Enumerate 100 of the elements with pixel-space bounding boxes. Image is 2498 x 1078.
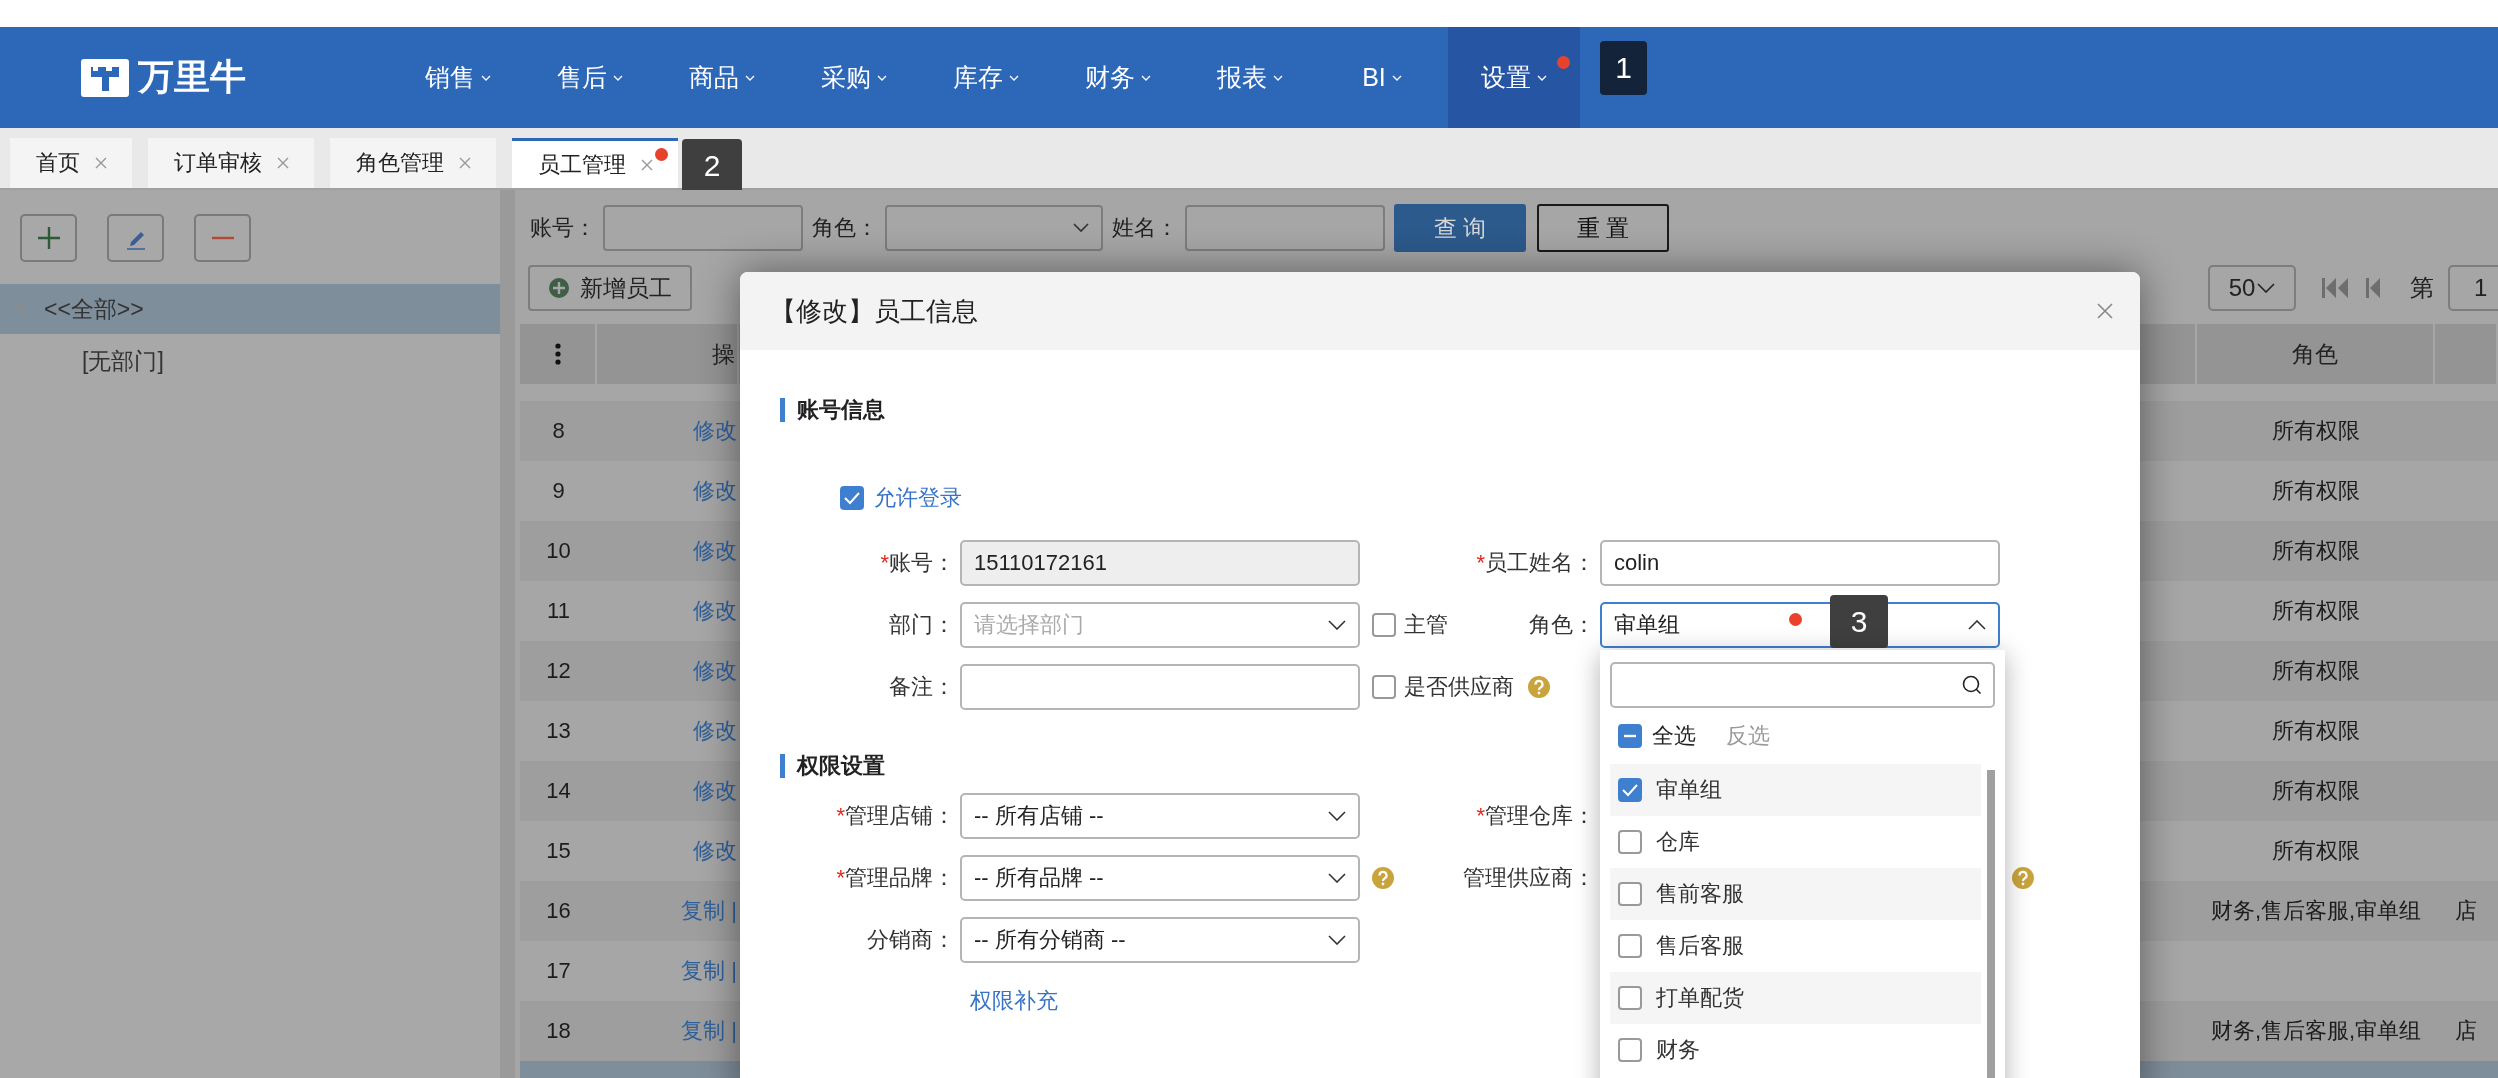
search-field[interactable] — [1610, 662, 1995, 708]
chevron-down-icon — [1328, 811, 1346, 821]
field-label: 管理供应商： — [1463, 864, 1595, 892]
chevron-down-icon — [1328, 935, 1346, 945]
select-field[interactable]: -- 所有店铺 -- — [960, 793, 1360, 839]
invert-selection-link[interactable]: 反选 — [1726, 721, 1770, 751]
row-number: 9 — [552, 478, 565, 504]
role-select[interactable] — [885, 205, 1103, 251]
checkbox[interactable] — [840, 486, 864, 510]
checkbox[interactable] — [1372, 613, 1396, 637]
text-field[interactable]: colin — [1600, 540, 2000, 586]
caret-icon — [1009, 74, 1019, 81]
filter-label: 账号： — [530, 214, 596, 242]
role-option[interactable]: 售后客服 — [1610, 920, 1981, 972]
table-cell-text: 店 — [2455, 897, 2477, 925]
table-cell-text: 所有权限 — [2272, 477, 2360, 505]
page-label: 第 — [2410, 273, 2434, 303]
row-number: 8 — [552, 418, 565, 444]
select-field[interactable]: -- 所有分销商 -- — [960, 917, 1360, 963]
checkbox[interactable] — [1618, 1038, 1642, 1062]
checkbox[interactable] — [1618, 882, 1642, 906]
table-cell-text: 财务,售后客服,审单组 — [2210, 897, 2422, 925]
table-cell-text: 店 — [2455, 1017, 2477, 1045]
delete-button[interactable] — [194, 214, 251, 262]
checkbox[interactable] — [1618, 934, 1642, 958]
table-cell-text: 财务,售后客服,审单组 — [2210, 1017, 2422, 1045]
minus-icon — [1624, 734, 1636, 738]
caret-icon — [745, 74, 755, 81]
permission-link[interactable]: 权限补充 — [970, 986, 1058, 1016]
role-option[interactable]: 审单组 — [1610, 764, 1981, 816]
caret-icon — [613, 74, 623, 81]
row-number: 15 — [546, 838, 571, 864]
table-cell-text: 所有权限 — [2272, 717, 2360, 745]
scrollbar[interactable] — [1987, 770, 1995, 1078]
checkbox[interactable] — [1618, 724, 1642, 748]
nav-menu-item[interactable]: 销售 — [392, 27, 524, 128]
help-icon[interactable] — [1372, 867, 1394, 889]
checkbox-option[interactable]: 主管 — [1372, 610, 1448, 640]
checkbox[interactable] — [1372, 675, 1396, 699]
field-label: *账号： — [880, 549, 955, 577]
close-icon[interactable] — [2096, 302, 2114, 320]
nav-menu-item[interactable]: BI — [1316, 27, 1448, 128]
row-number: 16 — [546, 898, 571, 924]
logo-icon — [80, 56, 130, 99]
nav-menu-item[interactable]: 库存 — [920, 27, 1052, 128]
text-field[interactable] — [960, 664, 1360, 710]
table-cell-text: 所有权限 — [2272, 837, 2360, 865]
field-label: *管理品牌： — [836, 864, 955, 892]
chevron-down-icon — [2257, 283, 2276, 293]
close-icon[interactable] — [458, 156, 472, 170]
role-option[interactable]: 打单配货 — [1610, 972, 1981, 1024]
close-icon[interactable] — [276, 156, 290, 170]
help-icon[interactable] — [1528, 676, 1550, 698]
row-number: 18 — [546, 1018, 571, 1044]
nav-menu-item[interactable]: 采购 — [788, 27, 920, 128]
check-icon — [1621, 783, 1639, 797]
role-option[interactable]: 售前客服 — [1610, 868, 1981, 920]
table-cell-text: 所有权限 — [2272, 537, 2360, 565]
reset-button[interactable]: 重 置 — [1537, 204, 1669, 252]
row-number: 11 — [547, 598, 570, 624]
close-icon[interactable] — [640, 157, 654, 172]
checkbox[interactable] — [1618, 778, 1642, 802]
select-all-checkbox[interactable]: 全选 — [1618, 721, 1696, 751]
row-number: 10 — [546, 538, 571, 564]
chevron-up-icon — [1968, 620, 1986, 630]
checkbox[interactable] — [1618, 986, 1642, 1010]
nav-menu-item[interactable]: 财务 — [1052, 27, 1184, 128]
close-icon[interactable] — [94, 156, 108, 170]
logo-text: 万里牛 — [138, 55, 246, 99]
previous-page-icon[interactable] — [2364, 278, 2382, 298]
dialog-title: 【修改】员工信息 — [770, 294, 978, 328]
role-option[interactable]: 财务 — [1610, 1024, 1981, 1076]
name-input[interactable] — [1185, 205, 1385, 251]
nav-menu-item[interactable]: 售后 — [524, 27, 656, 128]
page-number-input[interactable]: 1 — [2448, 265, 2498, 311]
checkbox-option[interactable]: 是否供应商 — [1372, 672, 1514, 702]
edit-button[interactable] — [107, 214, 164, 262]
plus-circle-icon — [548, 277, 570, 299]
nav-menu-item[interactable]: 报表 — [1184, 27, 1316, 128]
add-employee-button[interactable]: 新增员工 — [528, 265, 692, 311]
chevron-down-icon — [1073, 223, 1089, 233]
role-option[interactable]: 仓库 — [1610, 816, 1981, 868]
tree-item[interactable]: <<全部>> — [0, 284, 500, 334]
field-label: *管理店铺： — [836, 802, 955, 830]
page-tab[interactable]: 首页 — [10, 138, 132, 188]
account-input[interactable] — [603, 205, 803, 251]
first-page-icon[interactable] — [2320, 278, 2350, 298]
page-size-select[interactable]: 50 — [2208, 265, 2296, 311]
select-field[interactable]: -- 所有品牌 -- — [960, 855, 1360, 901]
add-button[interactable] — [20, 214, 77, 262]
page-tab[interactable]: 订单审核 — [148, 138, 314, 188]
tree-item[interactable]: [无部门] — [0, 336, 500, 386]
nav-menu-item[interactable]: 商品 — [656, 27, 788, 128]
field-label: *管理仓库： — [1476, 802, 1595, 830]
help-icon[interactable] — [2012, 867, 2034, 889]
page-tab[interactable]: 角色管理 — [330, 138, 496, 188]
checkbox[interactable] — [1618, 830, 1642, 854]
allow-login-checkbox[interactable]: 允许登录 — [840, 483, 962, 513]
row-number: 13 — [546, 718, 571, 744]
search-button[interactable]: 查 询 — [1394, 204, 1526, 252]
